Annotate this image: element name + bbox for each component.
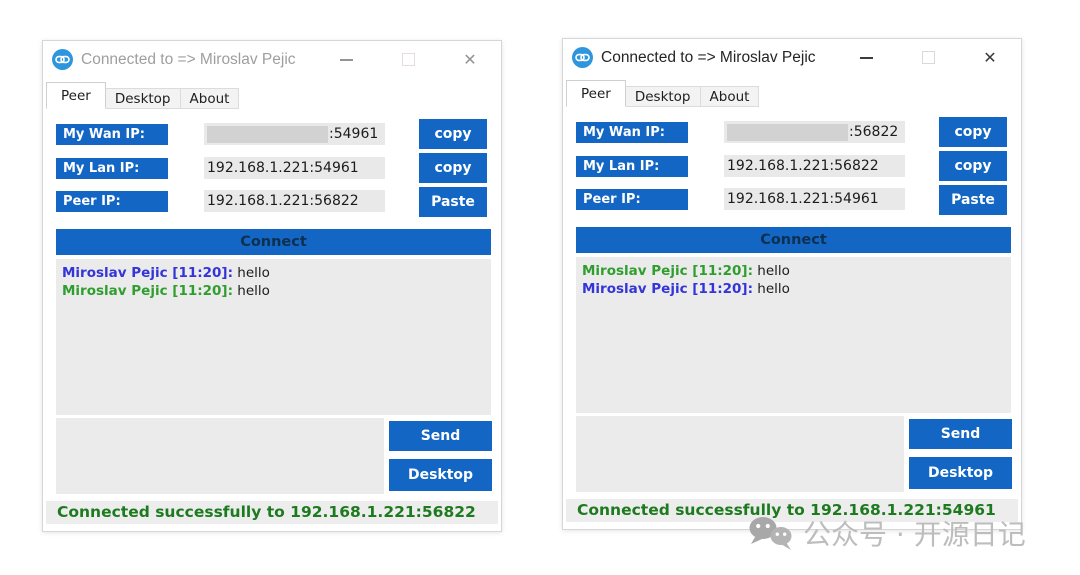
close-button[interactable]: ✕ bbox=[975, 46, 1005, 70]
window-title: Connected to => Miroslav Pejic bbox=[601, 49, 816, 67]
tab-strip: Peer Desktop About bbox=[46, 81, 239, 109]
close-button[interactable]: ✕ bbox=[455, 48, 485, 72]
lan-ip-value: 192.168.1.221:56822 bbox=[727, 158, 879, 174]
tab-strip: Peer Desktop About bbox=[566, 79, 759, 107]
window-title: Connected to => Miroslav Pejic bbox=[81, 51, 296, 69]
message-text: hello bbox=[753, 263, 790, 279]
peer-ip-label: Peer IP: bbox=[576, 189, 688, 210]
peer-ip-field[interactable]: 192.168.1.221:54961 bbox=[724, 188, 905, 210]
paste-button[interactable]: Paste bbox=[939, 185, 1007, 215]
wan-ip-redaction bbox=[207, 126, 328, 143]
desktop-button[interactable]: Desktop bbox=[909, 457, 1012, 489]
wan-ip-field[interactable]: :56822 bbox=[724, 121, 905, 143]
message-text: hello bbox=[233, 265, 270, 281]
peer-ip-field[interactable]: 192.168.1.221:56822 bbox=[204, 190, 385, 212]
send-button[interactable]: Send bbox=[909, 419, 1012, 449]
minimize-button[interactable] bbox=[851, 46, 881, 70]
lan-ip-value: 192.168.1.221:54961 bbox=[207, 160, 359, 176]
chain-link-icon bbox=[55, 52, 70, 67]
chat-message: Miroslav Pejic [11:20]: hello bbox=[582, 280, 1011, 298]
wan-ip-label: My Wan IP: bbox=[56, 124, 168, 145]
status-text: Connected successfully to 192.168.1.221:… bbox=[577, 501, 996, 519]
chat-message: Miroslav Pejic [11:20]: hello bbox=[62, 264, 491, 282]
chat-message: Miroslav Pejic [11:20]: hello bbox=[62, 282, 491, 300]
wan-ip-value: :56822 bbox=[849, 124, 898, 140]
lan-ip-label: My Lan IP: bbox=[56, 158, 168, 179]
app-icon bbox=[52, 49, 73, 70]
lan-ip-field[interactable]: 192.168.1.221:54961 bbox=[204, 157, 385, 179]
tab-about[interactable]: About bbox=[700, 86, 760, 107]
minimize-button[interactable] bbox=[331, 48, 361, 72]
peer-ip-value: 192.168.1.221:54961 bbox=[727, 191, 879, 207]
copy-wan-button[interactable]: copy bbox=[939, 117, 1007, 147]
send-button[interactable]: Send bbox=[389, 421, 492, 451]
maximize-button[interactable] bbox=[393, 48, 423, 72]
message-input[interactable] bbox=[576, 416, 904, 492]
copy-wan-button[interactable]: copy bbox=[419, 119, 487, 149]
message-sender: Miroslav Pejic [11:20]: bbox=[582, 263, 753, 279]
maximize-icon bbox=[922, 51, 935, 64]
paste-button[interactable]: Paste bbox=[419, 187, 487, 217]
copy-lan-button[interactable]: copy bbox=[939, 151, 1007, 181]
wan-ip-field[interactable]: :54961 bbox=[204, 123, 385, 145]
connect-button[interactable]: Connect bbox=[56, 229, 491, 255]
wan-ip-value: :54961 bbox=[329, 126, 378, 142]
tab-peer[interactable]: Peer bbox=[566, 80, 626, 107]
status-text: Connected successfully to 192.168.1.221:… bbox=[57, 503, 476, 521]
message-input[interactable] bbox=[56, 418, 384, 494]
tab-desktop[interactable]: Desktop bbox=[625, 86, 701, 107]
copy-lan-button[interactable]: copy bbox=[419, 153, 487, 183]
message-text: hello bbox=[233, 283, 270, 299]
wan-ip-redaction bbox=[727, 124, 848, 141]
chat-window-left: Connected to => Miroslav Pejic ✕ Peer De… bbox=[42, 40, 502, 532]
peer-ip-label: Peer IP: bbox=[56, 191, 168, 212]
maximize-button[interactable] bbox=[913, 46, 943, 70]
app-icon bbox=[572, 47, 593, 68]
chat-log[interactable]: Miroslav Pejic [11:20]: hello Miroslav P… bbox=[576, 257, 1011, 413]
status-bar: Connected successfully to 192.168.1.221:… bbox=[566, 499, 1018, 522]
desktop-button[interactable]: Desktop bbox=[389, 459, 492, 491]
tab-desktop[interactable]: Desktop bbox=[105, 88, 181, 109]
minimize-icon bbox=[340, 59, 353, 61]
chat-window-right: Connected to => Miroslav Pejic ✕ Peer De… bbox=[562, 38, 1022, 530]
maximize-icon bbox=[402, 53, 415, 66]
titlebar[interactable]: Connected to => Miroslav Pejic ✕ bbox=[43, 41, 501, 79]
lan-ip-label: My Lan IP: bbox=[576, 156, 688, 177]
message-sender: Miroslav Pejic [11:20]: bbox=[582, 281, 753, 297]
minimize-icon bbox=[860, 57, 873, 59]
tab-about[interactable]: About bbox=[180, 88, 240, 109]
tab-peer[interactable]: Peer bbox=[46, 82, 106, 109]
lan-ip-field[interactable]: 192.168.1.221:56822 bbox=[724, 155, 905, 177]
chat-message: Miroslav Pejic [11:20]: hello bbox=[582, 262, 1011, 280]
chat-log[interactable]: Miroslav Pejic [11:20]: hello Miroslav P… bbox=[56, 259, 491, 415]
wan-ip-label: My Wan IP: bbox=[576, 122, 688, 143]
status-bar: Connected successfully to 192.168.1.221:… bbox=[46, 501, 498, 524]
message-sender: Miroslav Pejic [11:20]: bbox=[62, 265, 233, 281]
message-text: hello bbox=[753, 281, 790, 297]
connect-button[interactable]: Connect bbox=[576, 227, 1011, 253]
peer-ip-value: 192.168.1.221:56822 bbox=[207, 193, 359, 209]
chain-link-icon bbox=[575, 50, 590, 65]
titlebar[interactable]: Connected to => Miroslav Pejic ✕ bbox=[563, 39, 1021, 77]
message-sender: Miroslav Pejic [11:20]: bbox=[62, 283, 233, 299]
